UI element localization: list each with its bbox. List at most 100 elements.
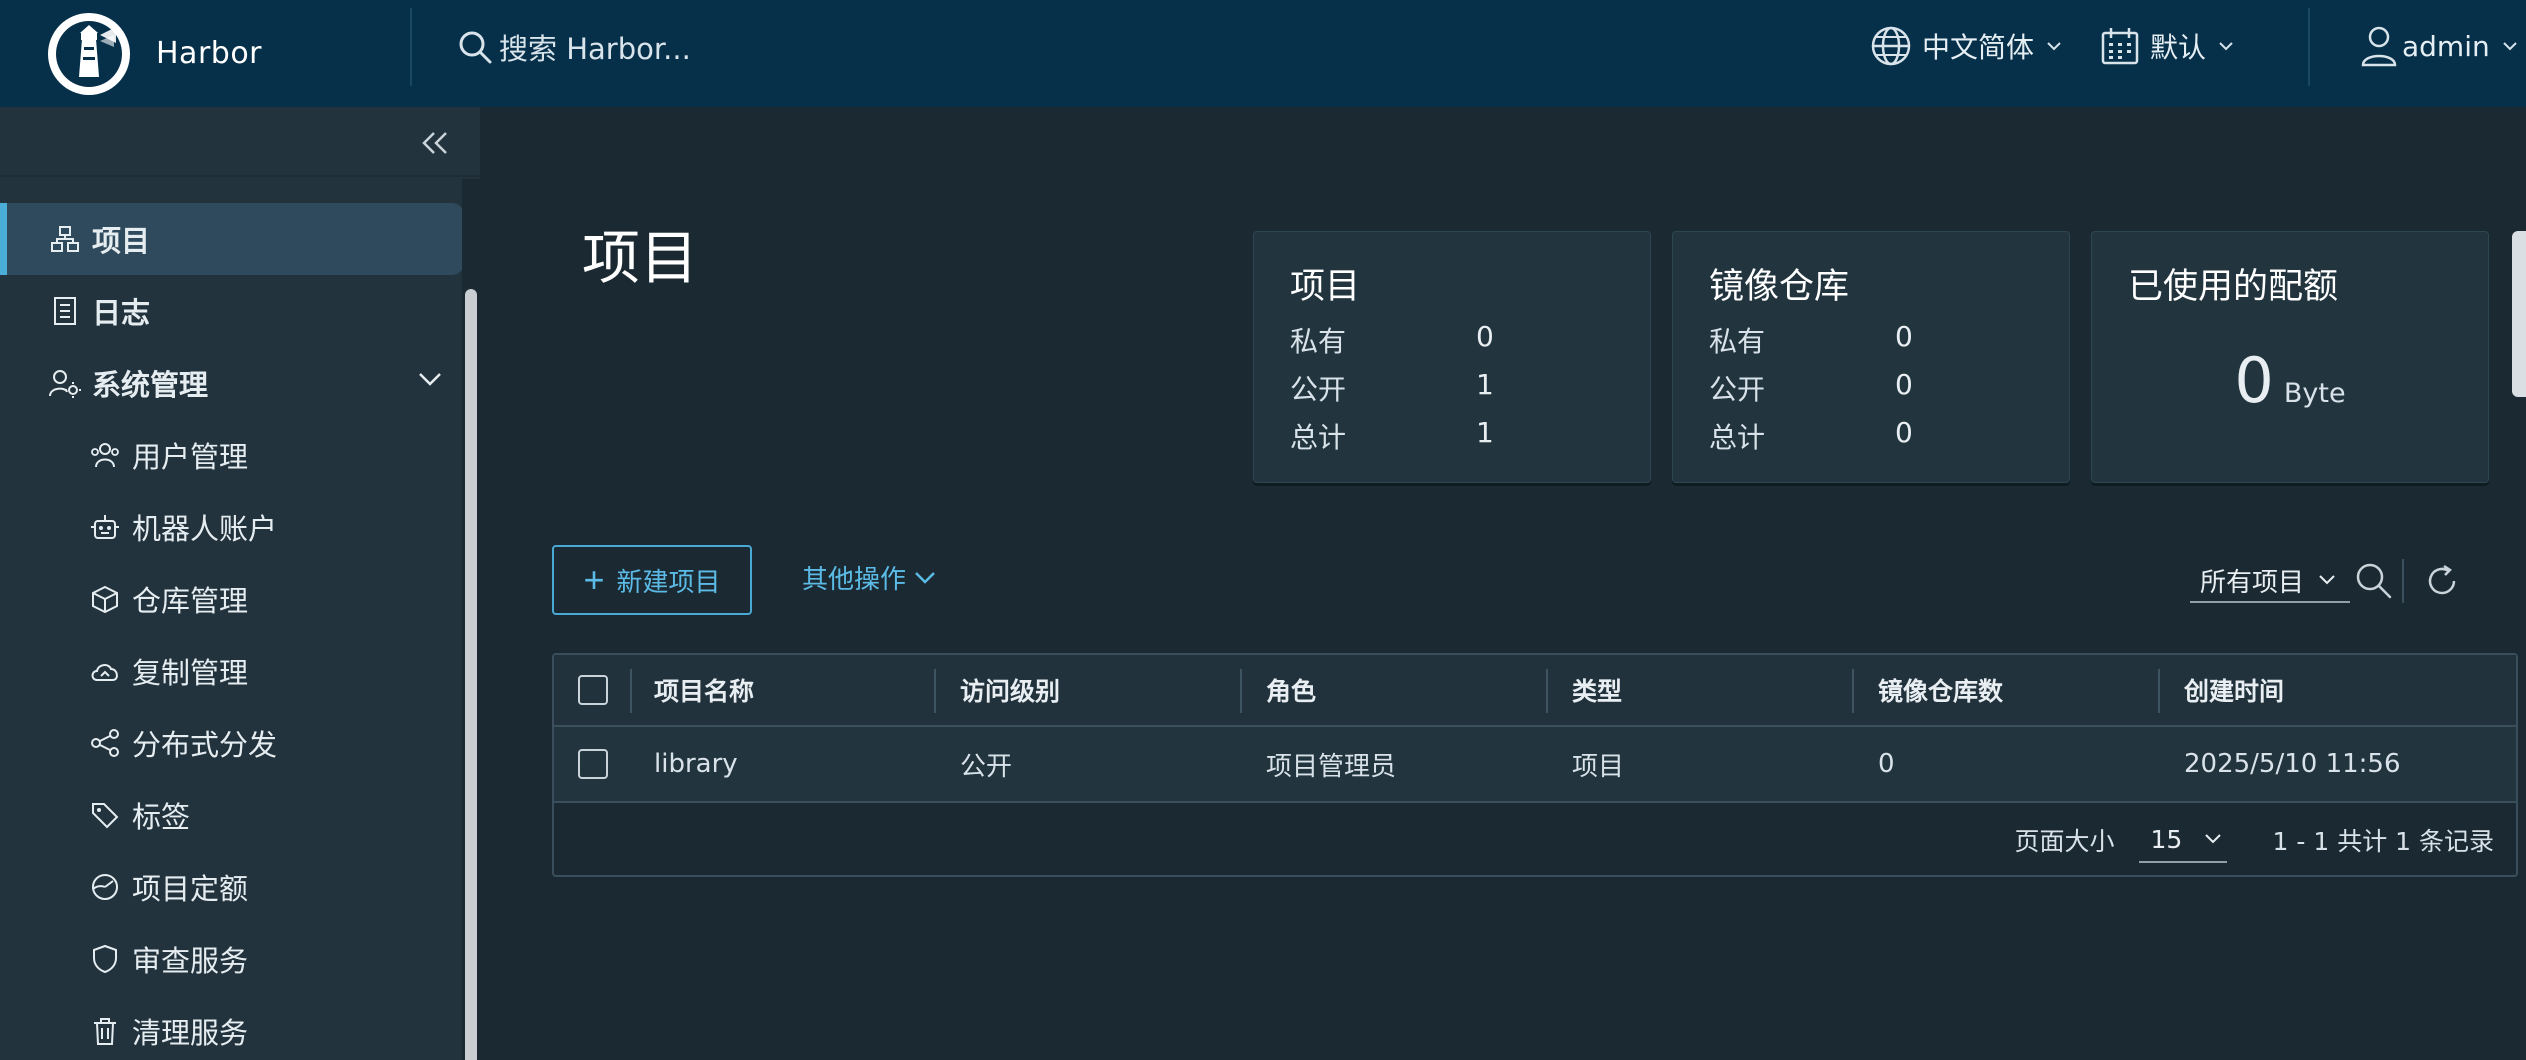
column-separator[interactable] <box>1546 669 1548 713</box>
total-count: 1 <box>1476 416 1494 449</box>
global-search[interactable]: 搜索 Harbor... <box>455 24 691 70</box>
new-project-button[interactable]: + 新建项目 <box>552 545 752 615</box>
private-repos-row: 私有 0 <box>1709 320 1913 360</box>
sidebar-item-interrogation-services[interactable]: 审查服务 <box>0 923 464 995</box>
sidebar-item-robot-accounts[interactable]: 机器人账户 <box>0 491 464 563</box>
type-cell: 项目 <box>1572 751 1625 782</box>
refresh-icon[interactable] <box>2420 559 2464 603</box>
cloud-sync-icon <box>88 658 122 684</box>
column-separator <box>630 669 632 713</box>
globe-icon <box>1870 25 1912 67</box>
quota-number: 0 <box>2234 344 2274 417</box>
admin-settings-icon <box>48 368 82 398</box>
chevron-down-icon <box>2204 833 2222 845</box>
private-label: 私有 <box>1290 325 1347 358</box>
quota-gauge-icon <box>88 872 122 902</box>
robot-icon <box>88 512 122 542</box>
logs-icon <box>48 296 82 326</box>
sidebar-item-logs[interactable]: 日志 <box>0 275 464 347</box>
projects-icon <box>48 225 82 253</box>
column-header-access[interactable]: 访问级别 <box>960 655 1060 725</box>
toolbar-divider <box>2402 559 2404 603</box>
sidebar-item-label: 标签 <box>132 800 191 834</box>
side-panel-tab[interactable] <box>2512 231 2526 397</box>
page-title: 项目 <box>582 224 699 292</box>
created-time-cell: 2025/5/10 11:56 <box>2184 749 2401 779</box>
chevron-down-icon <box>2218 40 2234 52</box>
access-level-cell: 公开 <box>960 751 1013 782</box>
public-count: 0 <box>1895 368 1913 401</box>
sidebar-item-administration[interactable]: 系统管理 <box>0 347 464 419</box>
cube-icon <box>88 584 122 614</box>
project-filter-value: 所有项目 <box>2200 567 2305 598</box>
search-icon[interactable] <box>2352 559 2396 603</box>
sidebar-item-label: 用户管理 <box>132 440 249 474</box>
sidebar-scrollbar-thumb[interactable] <box>465 289 477 1060</box>
row-checkbox[interactable] <box>578 749 608 779</box>
sidebar-item-replications[interactable]: 复制管理 <box>0 635 464 707</box>
column-header-repo-count[interactable]: 镜像仓库数 <box>1878 655 2003 725</box>
page-size-select[interactable]: 15 <box>2138 817 2227 863</box>
page-size-label: 页面大小 <box>2014 827 2115 856</box>
table-header: 项目名称 访问级别 角色 类型 镜像仓库数 创建时间 <box>554 655 2516 727</box>
project-filter-select[interactable]: 所有项目 <box>2190 559 2350 603</box>
total-projects-row: 总计 1 <box>1290 416 1494 456</box>
chevron-down-icon[interactable] <box>418 371 442 387</box>
search-input[interactable]: 搜索 Harbor... <box>499 26 691 68</box>
date-format-selector[interactable]: 默认 <box>2100 0 2234 92</box>
sidebar-collapse-row <box>0 107 480 177</box>
public-label: 公开 <box>1709 373 1766 406</box>
language-selector[interactable]: 中文简体 <box>1870 0 2062 92</box>
public-projects-row: 公开 1 <box>1290 368 1494 408</box>
trash-icon <box>88 1016 122 1046</box>
column-separator[interactable] <box>934 669 936 713</box>
quota-value: 0 Byte <box>2092 344 2488 417</box>
main-content: 项目 项目 私有 0 公开 1 总计 1 镜像仓库 私有 0 公开 0 总计 0 <box>480 107 2526 1060</box>
header-divider <box>410 8 412 86</box>
brand[interactable]: Harbor <box>0 0 410 107</box>
share-icon <box>88 728 122 758</box>
user-icon <box>2360 25 2398 67</box>
sidebar-item-registries[interactable]: 仓库管理 <box>0 563 464 635</box>
app-name: Harbor <box>156 36 263 71</box>
select-all-checkbox-cell <box>578 655 608 725</box>
new-project-label: 新建项目 <box>616 566 721 597</box>
sidebar-item-label: 日志 <box>92 296 151 330</box>
select-all-checkbox[interactable] <box>578 675 608 705</box>
sidebar-item-distribution[interactable]: 分布式分发 <box>0 707 464 779</box>
column-separator[interactable] <box>2158 669 2160 713</box>
double-chevron-left-icon[interactable] <box>420 129 450 157</box>
column-header-role[interactable]: 角色 <box>1266 655 1316 725</box>
public-repos-row: 公开 0 <box>1709 368 1913 408</box>
public-label: 公开 <box>1290 373 1347 406</box>
user-menu[interactable]: admin <box>2360 0 2518 92</box>
private-projects-row: 私有 0 <box>1290 320 1494 360</box>
users-icon <box>88 441 122 469</box>
chevron-down-icon <box>914 571 936 585</box>
column-header-created[interactable]: 创建时间 <box>2184 655 2284 725</box>
column-header-type[interactable]: 类型 <box>1572 655 1622 725</box>
sidebar-item-label: 机器人账户 <box>132 512 278 546</box>
page-size-value: 15 <box>2150 824 2183 854</box>
sidebar-item-label: 分布式分发 <box>132 728 278 762</box>
sidebar: 项目 日志 系统管理 用户管理 机器人账户 仓库管理 复制管理 分布式分发 标签… <box>0 107 480 1060</box>
role-cell: 项目管理员 <box>1266 751 1397 782</box>
project-name-link[interactable]: library <box>654 727 738 801</box>
column-header-name[interactable]: 项目名称 <box>654 655 754 725</box>
chevron-down-icon <box>2318 574 2336 586</box>
table-footer: 页面大小 15 1 - 1 共计 1 条记录 <box>554 803 2516 877</box>
sidebar-item-clean-up[interactable]: 清理服务 <box>0 995 464 1060</box>
more-actions-dropdown[interactable]: 其他操作 <box>802 559 936 596</box>
column-separator[interactable] <box>1240 669 1242 713</box>
pagination: 页面大小 15 1 - 1 共计 1 条记录 <box>2014 803 2494 877</box>
sidebar-item-users[interactable]: 用户管理 <box>0 419 464 491</box>
total-count: 0 <box>1895 416 1913 449</box>
chevron-down-icon <box>2502 40 2518 52</box>
sidebar-item-project-quotas[interactable]: 项目定额 <box>0 851 464 923</box>
sidebar-item-projects[interactable]: 项目 <box>0 203 464 275</box>
column-separator[interactable] <box>1852 669 1854 713</box>
sidebar-item-labels[interactable]: 标签 <box>0 779 464 851</box>
table-row: library 公开 项目管理员 项目 0 2025/5/10 11:56 <box>554 727 2516 803</box>
private-count: 0 <box>1895 320 1913 353</box>
sidebar-scrollbar[interactable] <box>462 179 480 1060</box>
